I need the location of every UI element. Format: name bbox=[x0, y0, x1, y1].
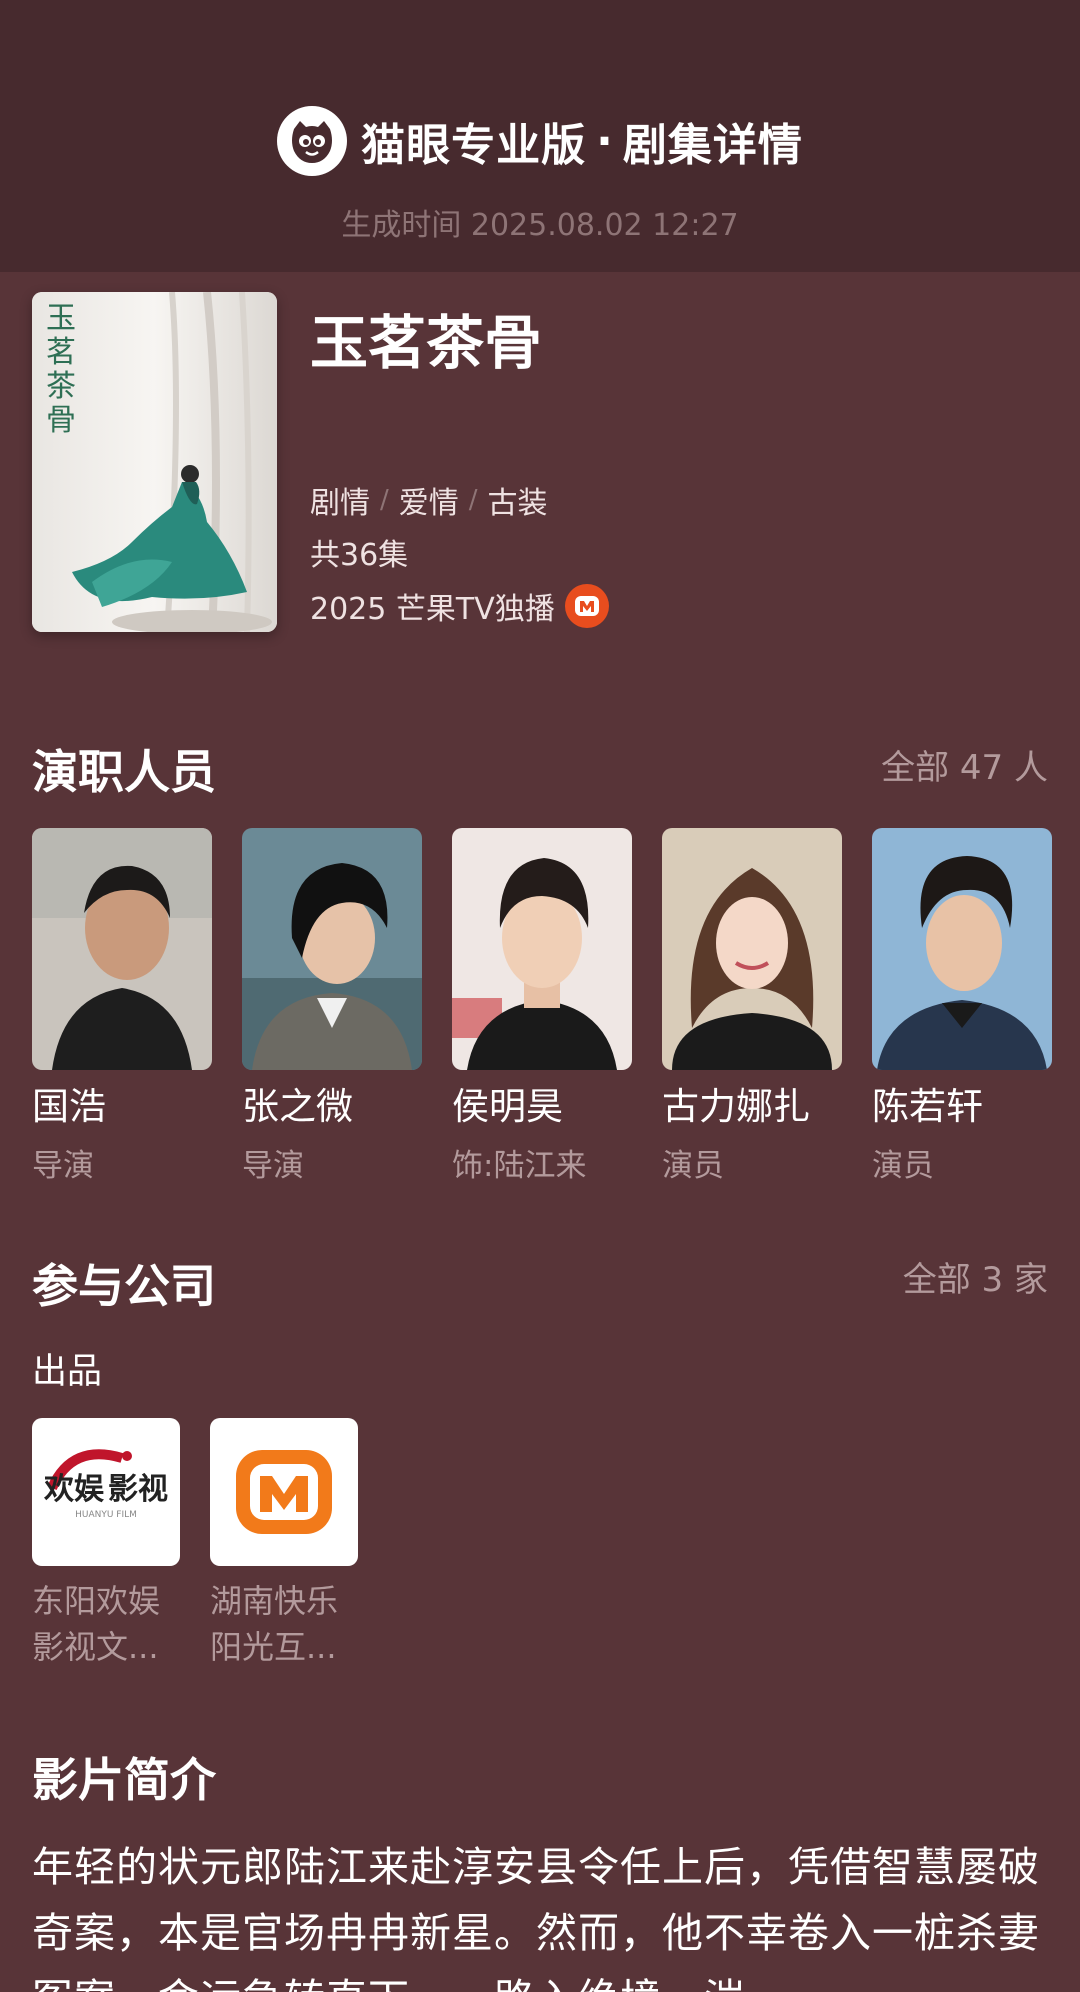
company-card[interactable]: 欢娱 影视 HUANYU FILM 东阳欢娱 影视文... bbox=[32, 1418, 180, 1670]
cast-card[interactable]: 古力娜扎 演员 bbox=[662, 828, 842, 1185]
cast-photo bbox=[32, 828, 212, 1070]
mango-tv-icon bbox=[564, 584, 609, 628]
company-name: 东阳欢娱 影视文... bbox=[32, 1578, 180, 1670]
cast-card[interactable]: 陈若轩 演员 bbox=[872, 828, 1052, 1185]
cast-role: 导演 bbox=[242, 1148, 304, 1184]
huanyu-logo-main-text: 欢娱 bbox=[44, 1472, 104, 1507]
cast-photo bbox=[872, 828, 1052, 1070]
company-category-label: 出品 bbox=[32, 1352, 103, 1392]
cast-photo bbox=[452, 828, 632, 1070]
brand-subtitle: 剧集详情 bbox=[622, 120, 803, 171]
cast-role: 饰:陆江来 bbox=[452, 1148, 587, 1184]
poster-title-text: 玉茗茶骨 bbox=[46, 301, 76, 438]
huanyu-logo: 欢娱 影视 HUANYU FILM bbox=[32, 1418, 180, 1566]
release-info: 2025 芒果TV独播 bbox=[310, 584, 609, 628]
cast-section-title: 演职人员 bbox=[32, 745, 216, 799]
header: 猫眼专业版 · 剧集详情 生成时间 2025.08.02 12:27 bbox=[0, 0, 1080, 272]
genre-list: 剧情 / 爱情 / 古装 bbox=[310, 478, 548, 522]
episode-count: 共36集 bbox=[310, 538, 409, 573]
cast-role: 演员 bbox=[662, 1148, 724, 1184]
brand-separator: · bbox=[596, 115, 613, 167]
cast-card[interactable]: 侯明昊 饰:陆江来 bbox=[452, 828, 632, 1185]
genre-separator: / bbox=[468, 485, 478, 515]
company-name-line: 东阳欢娱 bbox=[32, 1582, 161, 1620]
drama-title: 玉茗茶骨 bbox=[310, 309, 543, 377]
synopsis-section-title: 影片简介 bbox=[32, 1753, 216, 1807]
brand-title: 猫眼专业版 bbox=[361, 120, 587, 171]
drama-detail-page: 猫眼专业版 · 剧集详情 生成时间 2025.08.02 12:27 玉茗茶骨 … bbox=[0, 0, 1080, 1992]
company-section-title: 参与公司 bbox=[32, 1259, 216, 1313]
huanyu-logo-side-text: 影视 bbox=[108, 1472, 168, 1507]
release-text: 2025 芒果TV独播 bbox=[310, 592, 555, 627]
company-name: 湖南快乐 阳光互... bbox=[210, 1578, 358, 1670]
maoyan-cat-icon bbox=[277, 106, 348, 176]
company-name-line: 湖南快乐 bbox=[210, 1582, 339, 1620]
company-name-line: 阳光互... bbox=[210, 1628, 337, 1666]
cast-name: 陈若轩 bbox=[872, 1085, 983, 1128]
brand: 猫眼专业版 · 剧集详情 bbox=[0, 106, 1080, 176]
genre-tag: 剧情 bbox=[310, 486, 370, 521]
company-name-line: 影视文... bbox=[32, 1628, 159, 1666]
cast-name: 侯明昊 bbox=[452, 1085, 563, 1128]
cast-role: 演员 bbox=[872, 1148, 934, 1184]
drama-poster[interactable]: 玉茗茶骨 bbox=[32, 292, 277, 632]
cast-role: 导演 bbox=[32, 1148, 94, 1184]
genre-tag: 爱情 bbox=[398, 486, 459, 521]
synopsis-text: 年轻的状元郎陆江来赴淳安县令任上后，凭借智慧屡破奇案，本是官场冉冉新星。然而，他… bbox=[32, 1843, 1040, 1992]
cast-card[interactable]: 国浩 导演 bbox=[32, 828, 212, 1185]
cast-view-all-link[interactable]: 全部 47 人 bbox=[881, 740, 1048, 789]
cast-card[interactable]: 张之微 导演 bbox=[242, 828, 422, 1185]
generated-time: 生成时间 2025.08.02 12:27 bbox=[341, 208, 739, 243]
cast-name: 张之微 bbox=[242, 1085, 353, 1128]
company-list: 欢娱 影视 HUANYU FILM 东阳欢娱 影视文... 湖南快乐 阳光互..… bbox=[32, 1418, 358, 1670]
cast-list: 国浩 导演 张之微 导演 侯明昊 饰:陆江来 古力娜扎 演员 陈若轩 演员 bbox=[32, 828, 1052, 1185]
company-card[interactable]: 湖南快乐 阳光互... bbox=[210, 1418, 358, 1670]
cast-name: 古力娜扎 bbox=[662, 1085, 810, 1128]
huanyu-logo-en-text: HUANYU FILM bbox=[75, 1510, 137, 1520]
cast-photo bbox=[662, 828, 842, 1070]
cast-name: 国浩 bbox=[32, 1085, 106, 1128]
genre-tag: 古装 bbox=[487, 486, 548, 521]
mango-logo bbox=[210, 1418, 358, 1566]
genre-separator: / bbox=[380, 485, 389, 515]
company-view-all-link[interactable]: 全部 3 家 bbox=[903, 1252, 1048, 1301]
cast-photo bbox=[242, 828, 422, 1070]
